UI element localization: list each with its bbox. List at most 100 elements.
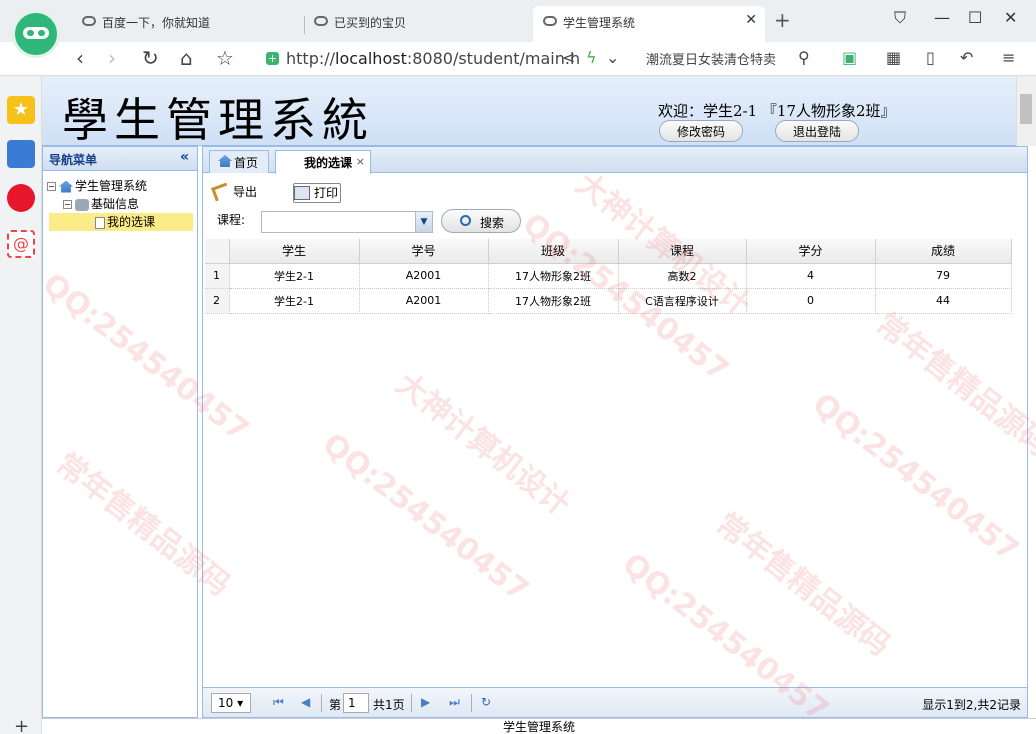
page-scrollbar[interactable] xyxy=(1016,76,1036,146)
maximize-icon[interactable]: ☐ xyxy=(968,8,982,27)
speed-mode-icon[interactable]: ϟ xyxy=(586,48,597,67)
reading-list-icon[interactable] xyxy=(7,140,35,168)
print-button[interactable]: 打印 xyxy=(293,183,342,203)
page-total: 共1页 xyxy=(373,698,405,712)
page-number-input[interactable]: 1 xyxy=(343,693,369,713)
cell-student: 学生2-1 xyxy=(229,288,360,314)
reload-icon[interactable]: ↻ xyxy=(142,46,159,70)
cell-student: 学生2-1 xyxy=(229,263,360,289)
undo-icon[interactable]: ↶ xyxy=(960,48,973,67)
first-page-icon[interactable]: ⏮ xyxy=(273,695,284,710)
mail-icon[interactable]: @ xyxy=(7,230,35,258)
row-number-header xyxy=(205,239,230,264)
incognito-icon xyxy=(543,16,557,26)
pager-divider xyxy=(321,694,322,712)
column-header[interactable]: 课程 xyxy=(618,239,747,264)
tree-toggle-icon[interactable]: − xyxy=(63,200,72,209)
cell-student-id: A2001 xyxy=(359,263,489,289)
nav-panel-title: 导航菜单 xyxy=(49,153,98,167)
address-bar[interactable]: + http://localhost:8080/student/main.h xyxy=(262,47,632,71)
pagination-bar: 10 ▾ ⏮ ◀ 第 1 共1页 ▶ ⏭ ↻ 显示1到2,共2记录 xyxy=(203,687,1027,717)
refresh-icon[interactable]: ↻ xyxy=(481,695,491,709)
cell-course: C语言程序设计 xyxy=(618,288,747,314)
chevron-down-icon: ▾ xyxy=(237,696,244,710)
menu-icon[interactable]: ≡ xyxy=(1002,48,1015,67)
cell-score: 44 xyxy=(875,288,1012,314)
last-page-icon[interactable]: ⏭ xyxy=(449,695,460,710)
apps-grid-icon[interactable]: ▦ xyxy=(886,48,901,67)
tree-node-label: 基础信息 xyxy=(91,197,140,211)
pager-divider xyxy=(411,694,412,712)
browser-tab-student-system[interactable]: 学生管理系统 ✕ xyxy=(533,6,765,42)
tab-home[interactable]: 首页 xyxy=(209,150,269,173)
tree-node-my-courses[interactable]: 我的选课 xyxy=(49,213,193,231)
next-page-icon[interactable]: ▶ xyxy=(421,695,430,709)
close-tab-icon[interactable]: × xyxy=(356,155,365,168)
search-icon[interactable]: ⚲ xyxy=(798,48,810,67)
pager-divider xyxy=(471,694,472,712)
table-row[interactable]: 2 学生2-1 A2001 17人物形象2班 C语言程序设计 0 44 xyxy=(205,288,1012,314)
nav-panel: 导航菜单 « − 学生管理系统 − 基础信息 我的选课 xyxy=(42,146,198,718)
add-sidebar-icon[interactable]: + xyxy=(14,716,29,734)
logout-button[interactable]: 退出登陆 xyxy=(775,120,859,142)
incognito-icon xyxy=(82,16,96,26)
page-prefix: 第 xyxy=(329,698,342,712)
window-close-icon[interactable]: ✕ xyxy=(1004,8,1017,27)
tree-node-label: 我的选课 xyxy=(107,215,156,229)
welcome-text: 欢迎：学生2-1 『17人物形象2班』 xyxy=(658,102,896,120)
dropdown-chevron-icon[interactable]: ⌄ xyxy=(606,48,619,67)
forward-icon[interactable]: › xyxy=(108,46,116,70)
url-prefix: http:// xyxy=(286,49,336,68)
tree-toggle-icon[interactable]: − xyxy=(47,182,56,191)
extension-icon[interactable]: ▣ xyxy=(842,48,857,67)
close-tab-icon[interactable]: ✕ xyxy=(745,12,757,28)
row-number: 1 xyxy=(205,263,230,289)
cell-credit: 4 xyxy=(746,263,876,289)
search-icon xyxy=(460,215,471,226)
browser-tab-label: 百度一下，你就知道 xyxy=(102,16,211,30)
back-icon[interactable]: ‹ xyxy=(76,46,84,70)
browser-logo-icon[interactable] xyxy=(12,10,60,58)
cell-class: 17人物形象2班 xyxy=(488,288,619,314)
bookmark-star-icon[interactable]: ☆ xyxy=(216,46,234,70)
tree-node-basic-info[interactable]: − 基础信息 xyxy=(47,195,193,213)
collapse-icon[interactable]: « xyxy=(180,149,189,165)
tree-node-root[interactable]: − 学生管理系统 xyxy=(47,177,193,195)
export-button[interactable]: 导出 xyxy=(211,182,257,203)
skin-icon[interactable]: ⛉ xyxy=(894,8,906,28)
tab-my-courses[interactable]: 我的选课 × xyxy=(275,150,371,174)
course-select[interactable]: ▼ xyxy=(261,211,433,233)
tab-label: 我的选课 xyxy=(304,156,353,170)
browser-tab-purchases[interactable]: 已买到的宝贝 xyxy=(312,8,532,40)
app-title: 學生管理系統 xyxy=(62,93,374,147)
page-size-value: 10 xyxy=(218,696,234,710)
chevron-down-icon[interactable]: ▼ xyxy=(415,212,432,232)
browser-sidebar: ★ @ + xyxy=(0,76,42,734)
url-path: :8080/student/main.h xyxy=(406,49,581,68)
browser-tab-baidu[interactable]: 百度一下，你就知道 xyxy=(80,8,300,40)
favorites-star-icon[interactable]: ★ xyxy=(7,96,35,124)
browser-search-input[interactable]: 潮流夏日女装清仓特卖 xyxy=(646,49,776,68)
page-size-select[interactable]: 10 ▾ xyxy=(211,693,251,713)
browser-tab-label: 已买到的宝贝 xyxy=(334,16,407,30)
share-icon[interactable]: ⋖ xyxy=(562,48,575,67)
column-header[interactable]: 学分 xyxy=(746,239,876,264)
table-row[interactable]: 1 学生2-1 A2001 17人物形象2班 高数2 4 79 xyxy=(205,263,1012,289)
column-header[interactable]: 成绩 xyxy=(875,239,1012,264)
search-button[interactable]: 搜索 xyxy=(441,209,521,233)
tab-divider xyxy=(304,16,305,34)
incognito-icon xyxy=(314,16,328,26)
column-header[interactable]: 学生 xyxy=(229,239,360,264)
column-header[interactable]: 班级 xyxy=(488,239,619,264)
minimize-icon[interactable]: — xyxy=(934,8,950,27)
prev-page-icon[interactable]: ◀ xyxy=(301,695,310,709)
weibo-icon[interactable] xyxy=(7,184,35,212)
secure-shield-icon: + xyxy=(266,52,279,65)
status-bar: 学生管理系统 xyxy=(42,718,1036,734)
home-icon[interactable]: ⌂ xyxy=(180,46,193,70)
browser-address-toolbar: ‹ › ↻ ⌂ ☆ + http://localhost:8080/studen… xyxy=(0,42,1036,76)
column-header[interactable]: 学号 xyxy=(359,239,489,264)
reading-mode-icon[interactable]: ▯ xyxy=(926,48,935,67)
change-password-button[interactable]: 修改密码 xyxy=(659,120,743,142)
new-tab-icon[interactable]: + xyxy=(774,8,791,32)
